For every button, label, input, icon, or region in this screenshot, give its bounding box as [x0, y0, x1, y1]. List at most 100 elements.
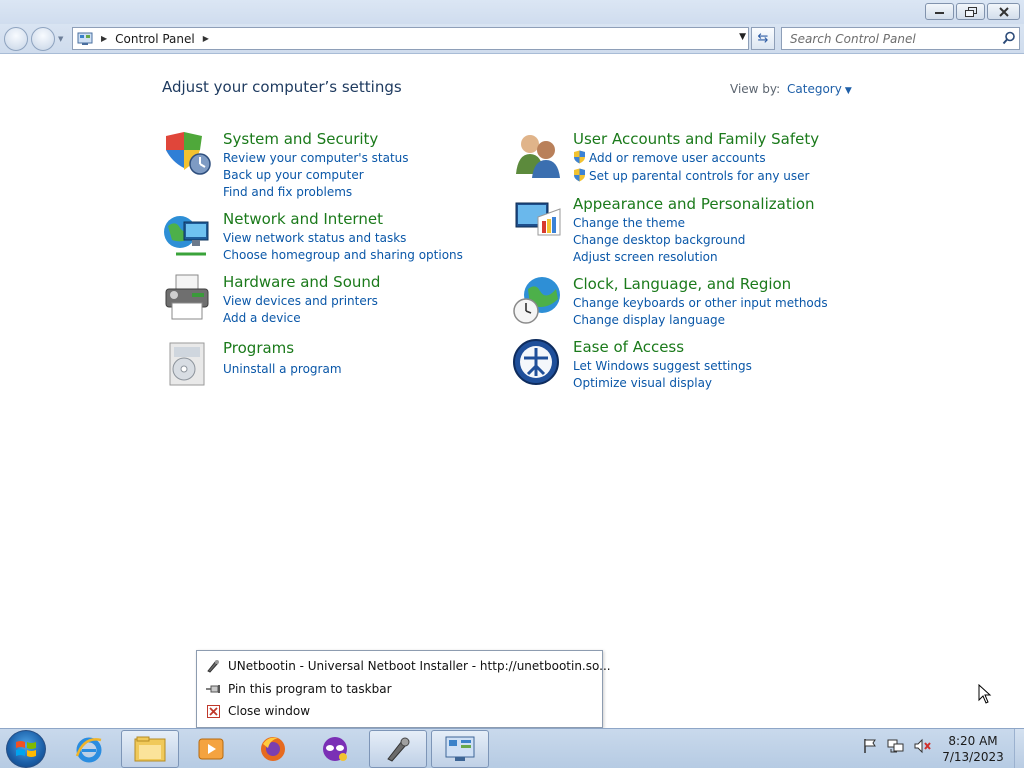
clock-globe-icon: [513, 277, 560, 324]
taskbar-clock[interactable]: 8:20 AM 7/13/2023: [936, 733, 1010, 765]
firefox-icon: [261, 737, 285, 761]
minimize-button[interactable]: [925, 3, 954, 20]
file-explorer-icon: [134, 736, 166, 762]
jumplist-item-unetbootin[interactable]: UNetbootin - Universal Netboot Installer…: [205, 656, 611, 676]
control-panel-icon: [445, 736, 475, 761]
clock-date: 7/13/2023: [942, 750, 1004, 764]
taskbar: 8:20 AM 7/13/2023: [0, 728, 1024, 768]
taskbar-media-player[interactable]: [182, 730, 240, 768]
start-button[interactable]: [6, 730, 46, 768]
view-by-label: View by:: [730, 82, 781, 96]
view-by-dropdown[interactable]: Category ▼: [787, 82, 852, 96]
network-icon[interactable]: [887, 738, 905, 754]
link-devices-printers[interactable]: View devices and printers: [223, 293, 378, 310]
ease-of-access-icon: [513, 339, 559, 385]
jumplist-item-pin[interactable]: Pin this program to taskbar: [205, 679, 392, 699]
link-display-language[interactable]: Change display language: [573, 312, 828, 329]
unetbootin-icon: [205, 658, 221, 674]
recent-pages-dropdown[interactable]: ▼: [58, 35, 63, 43]
category-title[interactable]: User Accounts and Family Safety: [573, 130, 819, 148]
search-input[interactable]: [782, 28, 992, 49]
address-bar[interactable]: ▶ Control Panel ▶ ▼: [72, 27, 749, 50]
category-title[interactable]: Hardware and Sound: [223, 273, 380, 291]
link-add-remove-accounts[interactable]: Add or remove user accounts: [573, 150, 809, 167]
taskbar-control-panel[interactable]: [431, 730, 489, 768]
minimize-icon: [935, 11, 944, 14]
link-parental-controls[interactable]: Set up parental controls for any user: [573, 168, 809, 185]
category-title[interactable]: Ease of Access: [573, 338, 684, 356]
close-window-icon: [205, 703, 221, 719]
taskbar-file-explorer[interactable]: [121, 730, 179, 768]
forward-button[interactable]: [31, 27, 55, 51]
taskbar-maskot-app[interactable]: [306, 730, 364, 768]
taskbar-unetbootin[interactable]: [369, 730, 427, 768]
unetbootin-icon: [387, 737, 410, 762]
taskbar-jump-list: UNetbootin - Universal Netboot Installer…: [196, 650, 611, 728]
view-by-value: Category: [787, 82, 842, 96]
link-add-device[interactable]: Add a device: [223, 310, 378, 327]
printer-icon: [165, 274, 209, 320]
mouse-cursor-icon: [978, 684, 992, 704]
breadcrumb-arrow-icon[interactable]: ▶: [203, 34, 209, 43]
shield-icon: [166, 132, 211, 175]
address-dropdown-icon[interactable]: ▼: [739, 32, 746, 42]
restore-icon: [964, 6, 977, 17]
link-desktop-background[interactable]: Change desktop background: [573, 232, 745, 249]
taskbar-internet-explorer[interactable]: [60, 730, 118, 768]
link-visual-display[interactable]: Optimize visual display: [573, 375, 752, 392]
category-title[interactable]: Programs: [223, 339, 294, 357]
link-change-theme[interactable]: Change the theme: [573, 215, 745, 232]
breadcrumb-arrow-icon[interactable]: ▶: [101, 34, 107, 43]
action-center-flag-icon[interactable]: [862, 738, 878, 754]
link-screen-resolution[interactable]: Adjust screen resolution: [573, 249, 745, 266]
jumplist-item-close[interactable]: Close window: [205, 701, 310, 721]
link-fix-problems[interactable]: Find and fix problems: [223, 184, 409, 201]
category-title[interactable]: Clock, Language, and Region: [573, 275, 791, 293]
link-label: Set up parental controls for any user: [589, 169, 810, 183]
jumplist-label: Pin this program to taskbar: [228, 682, 392, 696]
monitor-palette-icon: [515, 202, 561, 236]
media-player-icon: [198, 738, 224, 760]
taskbar-firefox[interactable]: [244, 730, 302, 768]
link-backup[interactable]: Back up your computer: [223, 167, 409, 184]
programs-icon: [169, 342, 205, 386]
refresh-icon: ⇆: [757, 31, 769, 46]
jumplist-label: UNetbootin - Universal Netboot Installer…: [228, 659, 611, 673]
breadcrumb-control-panel[interactable]: Control Panel: [115, 32, 195, 46]
link-uninstall[interactable]: Uninstall a program: [223, 361, 342, 378]
maskot-icon: [323, 737, 347, 761]
windows-logo-icon: [16, 741, 36, 757]
search-box: [781, 27, 1020, 50]
title-bar: [0, 0, 1024, 26]
volume-muted-icon[interactable]: [914, 738, 932, 754]
page-title: Adjust your computer’s settings: [162, 78, 402, 96]
category-title[interactable]: Appearance and Personalization: [573, 195, 815, 213]
internet-explorer-icon: [75, 737, 102, 763]
category-title[interactable]: System and Security: [223, 130, 378, 148]
network-globe-icon: [164, 216, 209, 256]
window-controls: [925, 3, 1020, 20]
control-panel-icon: [77, 32, 93, 45]
jumplist-label: Close window: [228, 704, 311, 718]
link-label: Add or remove user accounts: [589, 151, 766, 165]
refresh-button[interactable]: ⇆: [751, 27, 775, 50]
show-desktop-button[interactable]: [1014, 729, 1024, 768]
chevron-down-icon: ▼: [844, 86, 852, 96]
search-icon[interactable]: [1002, 31, 1016, 45]
close-button[interactable]: [987, 3, 1020, 20]
system-tray: [862, 738, 932, 754]
link-network-status[interactable]: View network status and tasks: [223, 230, 463, 247]
link-suggest-settings[interactable]: Let Windows suggest settings: [573, 358, 752, 375]
category-title[interactable]: Network and Internet: [223, 210, 383, 228]
link-keyboards[interactable]: Change keyboards or other input methods: [573, 295, 828, 312]
clock-time: 8:20 AM: [948, 734, 998, 748]
restore-button[interactable]: [956, 3, 985, 20]
navigation-bar: ▼ ▶ Control Panel ▶ ▼ ⇆: [0, 24, 1024, 54]
link-review-status[interactable]: Review your computer's status: [223, 150, 409, 167]
users-icon: [516, 135, 560, 178]
back-button[interactable]: [4, 27, 28, 51]
uac-shield-icon: [574, 150, 585, 164]
link-homegroup[interactable]: Choose homegroup and sharing options: [223, 247, 463, 264]
uac-shield-icon: [574, 168, 585, 182]
pin-icon: [205, 681, 221, 697]
